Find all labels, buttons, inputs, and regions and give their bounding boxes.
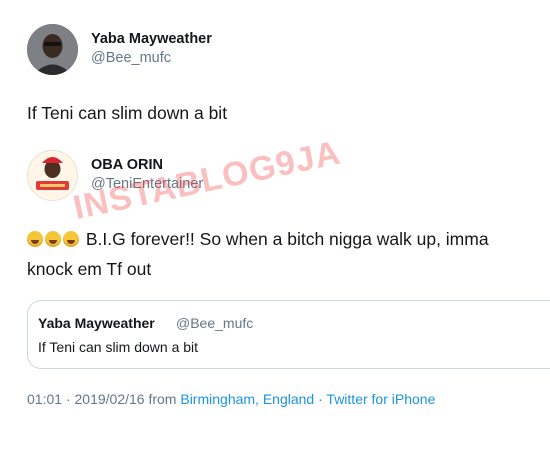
from-label: from xyxy=(148,391,177,407)
author-handle[interactable]: @Bee_mufc xyxy=(91,50,171,66)
avatar-oba-orin[interactable] xyxy=(27,150,78,201)
tweet-time[interactable]: 01:01 xyxy=(27,391,62,407)
tweet-text-content: B.I.G forever!! So when a bitch nigga wa… xyxy=(85,229,489,249)
joy-emoji-icon xyxy=(63,231,79,247)
quoted-author-handle: @Bee_mufc xyxy=(176,315,254,331)
tweet-text: If Teni can slim down a bit xyxy=(27,103,228,123)
quoted-tweet-card[interactable] xyxy=(27,300,550,369)
avatar-yaba-mayweather[interactable] xyxy=(27,24,78,75)
tweet-text-line-2: knock em Tf out xyxy=(27,259,152,279)
author-name[interactable]: Yaba Mayweather xyxy=(91,31,212,47)
location-link[interactable]: Birmingham, England xyxy=(180,391,314,407)
person-avatar-icon xyxy=(28,151,77,200)
quoted-author-name: Yaba Mayweather xyxy=(38,315,155,331)
tweet-text-line-1: B.I.G forever!! So when a bitch nigga wa… xyxy=(27,229,489,250)
separator: · xyxy=(65,391,71,407)
client-link[interactable]: Twitter for iPhone xyxy=(326,391,435,407)
tweet-date[interactable]: 2019/02/16 xyxy=(75,391,145,407)
tweet-metadata: 01:01 · 2019/02/16 from Birmingham, Engl… xyxy=(27,391,435,407)
joy-emoji-icon xyxy=(45,231,61,247)
joy-emoji-icon xyxy=(27,231,43,247)
separator: · xyxy=(318,391,323,407)
person-avatar-icon xyxy=(27,24,78,75)
quoted-tweet-text: If Teni can slim down a bit xyxy=(38,339,199,355)
author-name[interactable]: OBA ORIN xyxy=(91,157,163,173)
author-handle[interactable]: @TeniEntertainer xyxy=(91,176,203,192)
